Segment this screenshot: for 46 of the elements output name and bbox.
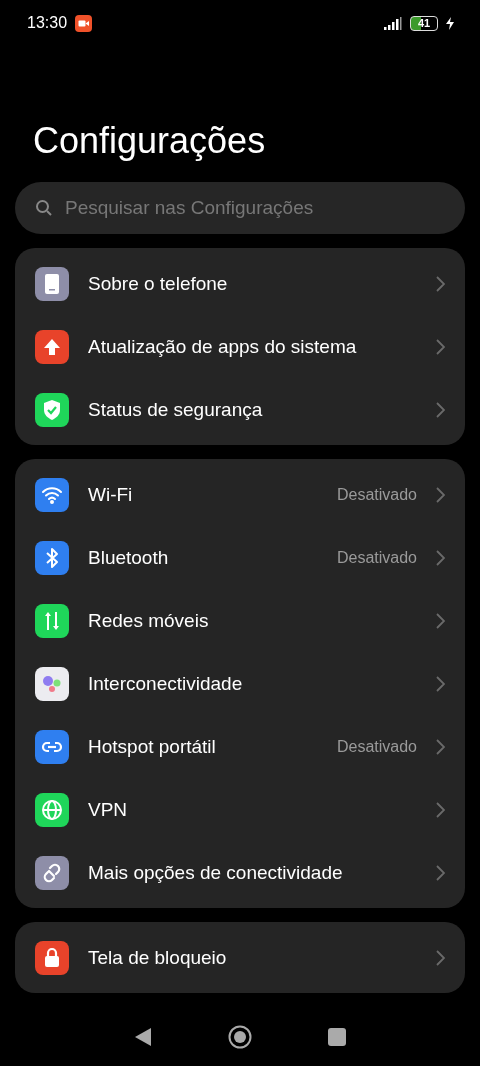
search-field[interactable]: Pesquisar nas Configurações (15, 182, 465, 234)
item-label: Mais opções de conectividade (88, 861, 344, 884)
settings-item[interactable]: Bluetooth Desativado (15, 526, 465, 589)
settings-item[interactable]: VPN (15, 778, 465, 841)
settings-item[interactable]: Sobre o telefone (15, 252, 465, 315)
chevron-icon (436, 612, 445, 629)
chevron-icon (436, 275, 445, 292)
item-label: Redes móveis (88, 609, 210, 632)
chevron-icon (436, 949, 445, 966)
chevron-icon (436, 401, 445, 418)
item-label: Bluetooth (88, 546, 170, 569)
settings-item[interactable]: Interconectividade (15, 652, 465, 715)
settings-item[interactable]: Status de segurança (15, 378, 465, 441)
chevron-icon (436, 738, 445, 755)
page-title: Configurações (33, 120, 267, 162)
chevron-icon (436, 338, 445, 355)
chevron-icon (436, 486, 445, 503)
screen-record-icon (75, 14, 93, 32)
item-label: Sobre o telefone (88, 272, 229, 295)
back-icon[interactable] (134, 1027, 152, 1047)
chevron-icon (436, 675, 445, 692)
item-label: Hotspot portátil (88, 735, 217, 758)
item-label: Interconectividade (88, 672, 244, 695)
item-label: Status de segurança (88, 398, 264, 421)
chevron-icon (436, 801, 445, 818)
home-icon[interactable] (228, 1025, 252, 1049)
settings-item[interactable]: Tela de bloqueio (15, 926, 465, 989)
settings-item[interactable]: Hotspot portátil Desativado (15, 715, 465, 778)
item-label: Atualização de apps do sistema (88, 335, 358, 358)
chevron-icon (436, 549, 445, 566)
item-value: Desativado (336, 485, 417, 504)
search-input[interactable]: Pesquisar nas Configurações (63, 196, 445, 220)
signal-icon (384, 16, 402, 30)
settings-item[interactable]: Atualização de apps do sistema (15, 315, 465, 378)
item-label: VPN (88, 798, 129, 821)
item-value: Desativado (336, 737, 417, 756)
item-label: Tela de bloqueio (88, 946, 228, 969)
status-time: 13:30 (27, 14, 68, 32)
search-icon (35, 199, 53, 217)
chevron-icon (436, 864, 445, 881)
settings-item[interactable]: Redes móveis (15, 589, 465, 652)
settings-item[interactable]: Wi-Fi Desativado (15, 463, 465, 526)
item-label: Wi-Fi (88, 483, 134, 506)
item-value: Desativado (336, 548, 417, 567)
charging-icon (446, 16, 454, 30)
settings-item[interactable]: Mais opções de conectividade (15, 841, 465, 904)
